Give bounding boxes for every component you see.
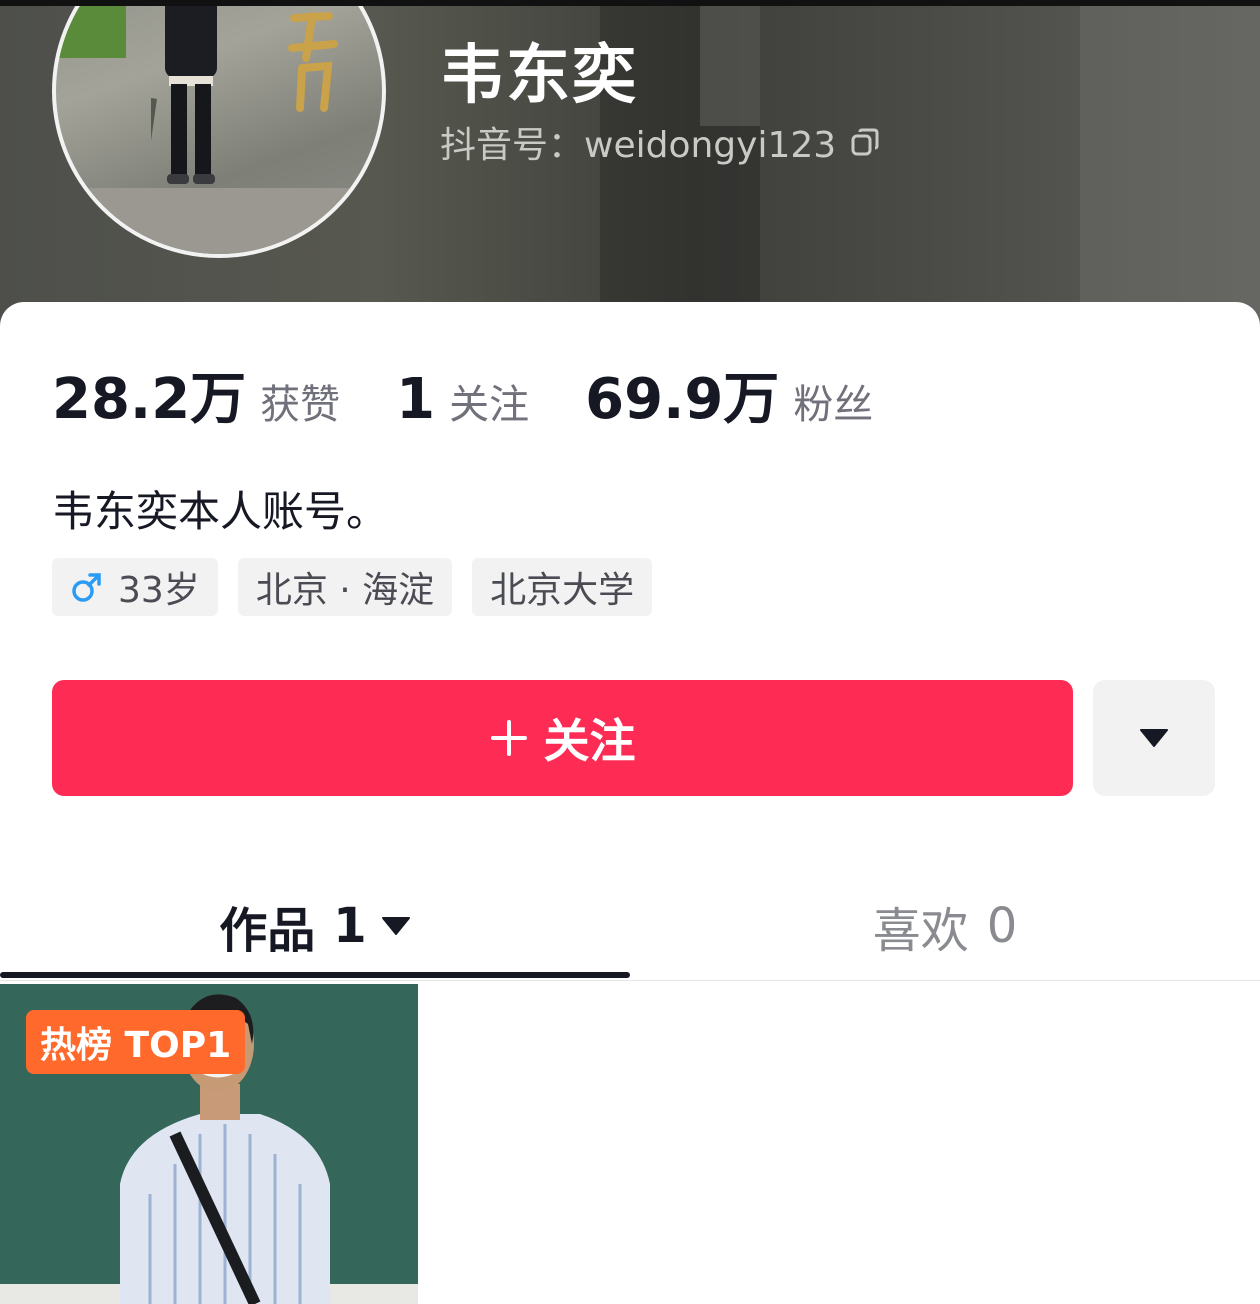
stat-likes[interactable]: 28.2万 获赞 [52, 354, 340, 435]
tag-row: 33岁 北京 · 海淀 北京大学 [52, 558, 653, 616]
hot-rank-badge: 热榜 TOP1 [26, 1010, 246, 1074]
tag-age: 33岁 [52, 558, 218, 616]
tab-likes-count: 0 [986, 898, 1018, 954]
bio: 韦东奕本人账号。 [52, 487, 389, 536]
video-thumbnail[interactable]: 热榜 TOP1 [0, 984, 418, 1304]
stat-followers-label: 粉丝 [793, 382, 874, 428]
profile-card: 28.2万 获赞 1 关注 69.9万 粉丝 韦东奕本人账号。 33岁 北京 ·… [0, 302, 1260, 1304]
douyin-id[interactable]: 抖音号：weidongyi123 [440, 116, 880, 168]
stat-followers[interactable]: 69.9万 粉丝 [585, 354, 873, 435]
stone-carving-icon [288, 12, 338, 112]
more-options-button[interactable] [1093, 680, 1215, 796]
tab-works-label: 作品 [219, 903, 316, 959]
tag-age-text: 33岁 [118, 570, 200, 611]
stat-following-value: 1 [396, 367, 436, 432]
tag-location: 北京 · 海淀 [237, 558, 453, 616]
tab-works-count: 1 [333, 898, 367, 954]
tab-works[interactable]: 作品 1 [0, 872, 630, 980]
plus-icon [490, 720, 527, 756]
male-icon [72, 573, 101, 602]
person-figure [151, 6, 217, 184]
profile-name: 韦东奕 [440, 39, 638, 113]
tag-school: 北京大学 [472, 558, 653, 616]
stat-following[interactable]: 1 关注 [396, 367, 529, 432]
stat-likes-label: 获赞 [260, 382, 341, 428]
douyin-id-text: 抖音号：weidongyi123 [440, 125, 837, 166]
tab-likes[interactable]: 喜欢 0 [630, 872, 1260, 980]
profile-banner: 韦东奕 抖音号：weidongyi123 [0, 6, 1260, 336]
stat-likes-value: 28.2万 [52, 367, 247, 432]
stats-row: 28.2万 获赞 1 关注 69.9万 粉丝 [52, 354, 929, 435]
stat-followers-value: 69.9万 [585, 367, 780, 432]
follow-button[interactable]: 关注 [52, 680, 1073, 796]
tab-active-indicator [0, 972, 630, 978]
copy-icon[interactable] [850, 127, 880, 157]
tab-likes-label: 喜欢 [872, 903, 969, 959]
caret-down-icon[interactable] [381, 915, 411, 937]
stat-following-label: 关注 [449, 382, 530, 428]
follow-button-label: 关注 [543, 715, 636, 767]
avatar[interactable] [52, 6, 386, 258]
caret-down-icon [1140, 729, 1168, 747]
content-tabs: 作品 1 喜欢 0 [0, 872, 1260, 981]
